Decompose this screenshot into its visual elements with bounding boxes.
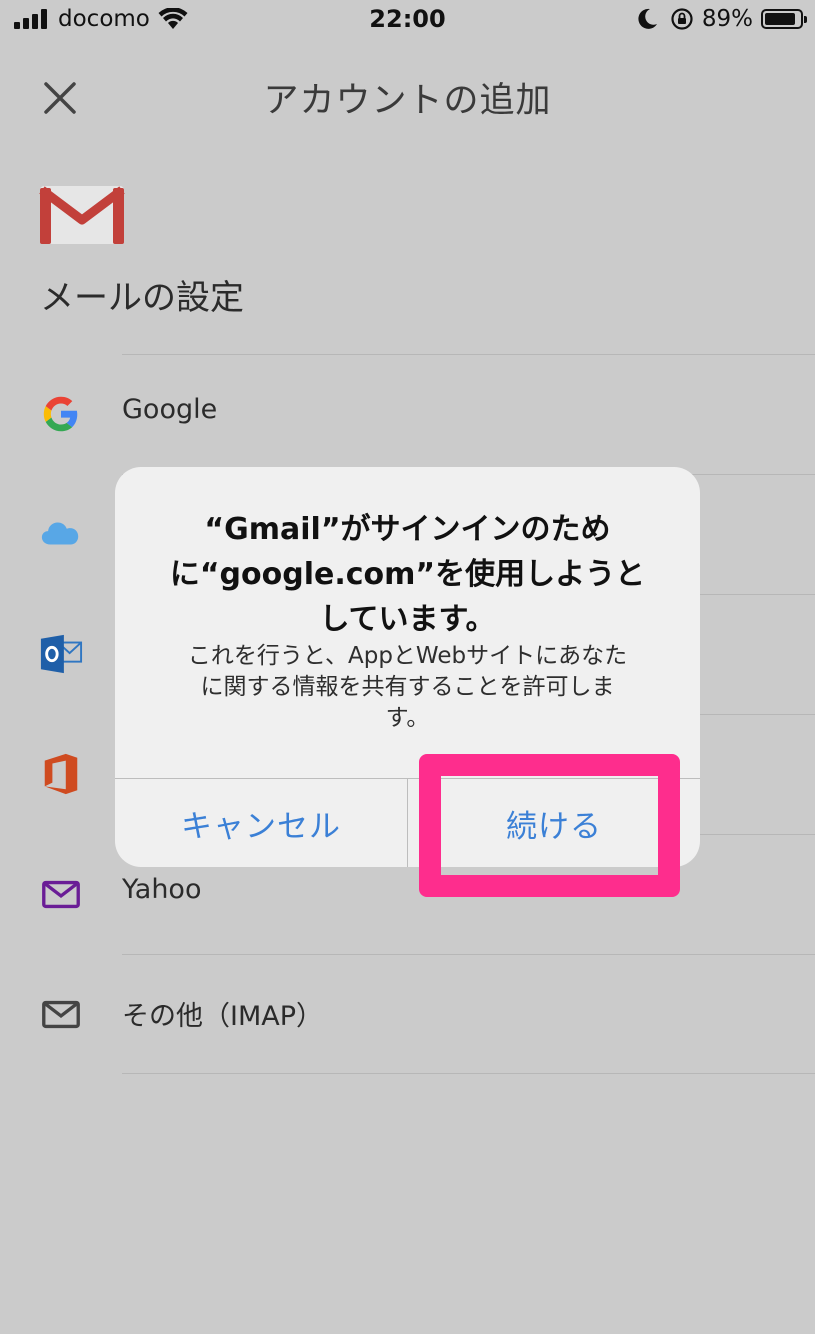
alert-message-line: す。 bbox=[385, 705, 430, 731]
provider-other-imap[interactable]: その他（IMAP） bbox=[0, 954, 815, 1074]
battery-percent: 89% bbox=[701, 6, 753, 32]
alert-message-line: に関する情報を共有することを許可しま bbox=[200, 674, 615, 700]
mail-icon bbox=[42, 1000, 80, 1029]
provider-label: Yahoo bbox=[122, 874, 202, 905]
alert-message-line: これを行うと、AppとWebサイトにあなた bbox=[187, 643, 628, 669]
battery-tip bbox=[804, 16, 807, 23]
alert-title: “Gmail”がサインインのため に“google.com”を使用しようと して… bbox=[135, 507, 680, 642]
section-title: メールの設定 bbox=[40, 278, 244, 318]
orientation-lock-icon bbox=[671, 8, 693, 30]
cancel-button[interactable]: キャンセル bbox=[115, 779, 407, 867]
battery-icon bbox=[761, 9, 807, 29]
list-divider bbox=[122, 1073, 815, 1074]
office-icon bbox=[44, 753, 78, 795]
highlight-box bbox=[419, 754, 680, 897]
alert-title-line: に“google.com”を使用しようと bbox=[169, 557, 646, 592]
yahoo-mail-icon bbox=[42, 880, 80, 909]
status-bar: docomo 22:00 89% bbox=[0, 0, 815, 42]
alert-title-line: しています。 bbox=[319, 602, 496, 637]
alert-message: これを行うと、AppとWebサイトにあなた に関する情報を共有することを許可しま… bbox=[145, 641, 670, 734]
provider-label: Google bbox=[122, 394, 218, 425]
google-icon bbox=[43, 396, 78, 432]
icloud-icon bbox=[41, 522, 79, 545]
status-right: 89% bbox=[638, 6, 807, 32]
page-title: アカウントの追加 bbox=[263, 81, 552, 121]
outlook-icon bbox=[40, 634, 83, 674]
gmail-logo bbox=[39, 186, 125, 244]
moon-icon bbox=[638, 8, 657, 29]
provider-google[interactable]: Google bbox=[0, 354, 815, 474]
battery-fill bbox=[765, 13, 796, 25]
provider-label: その他（IMAP） bbox=[122, 1001, 324, 1032]
alert-title-line: “Gmail”がサインインのため bbox=[204, 512, 611, 547]
